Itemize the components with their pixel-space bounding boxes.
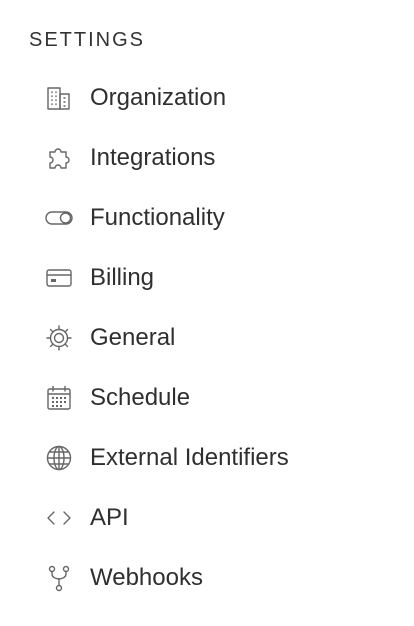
toggle-icon (30, 202, 88, 234)
settings-menu: Organization Integrations Functionality (30, 68, 390, 608)
settings-sidebar: SETTINGS Organization Integrations Funct… (0, 0, 414, 626)
building-icon (30, 82, 88, 114)
menu-label: Integrations (90, 144, 216, 171)
credit-card-icon (30, 262, 88, 294)
webhook-branch-icon (30, 562, 88, 594)
menu-item-webhooks[interactable]: Webhooks (30, 548, 390, 608)
code-icon (30, 502, 88, 534)
menu-item-schedule[interactable]: Schedule (30, 368, 390, 428)
puzzle-icon (30, 142, 88, 174)
menu-label: General (90, 324, 176, 351)
settings-section-title: SETTINGS (29, 29, 146, 51)
menu-label: Webhooks (90, 564, 203, 591)
menu-item-billing[interactable]: Billing (30, 248, 390, 308)
menu-item-general[interactable]: General (30, 308, 390, 368)
menu-item-organization[interactable]: Organization (30, 68, 390, 128)
menu-label: API (90, 504, 129, 531)
calendar-icon (30, 382, 88, 414)
menu-label: Billing (90, 264, 155, 291)
menu-label: Schedule (90, 384, 191, 411)
menu-item-integrations[interactable]: Integrations (30, 128, 390, 188)
menu-label: Functionality (90, 204, 225, 231)
menu-item-functionality[interactable]: Functionality (30, 188, 390, 248)
menu-label: Organization (90, 84, 227, 111)
menu-label: External Identifiers (90, 444, 289, 471)
menu-item-api[interactable]: API (30, 488, 390, 548)
menu-item-external-identifiers[interactable]: External Identifiers (30, 428, 390, 488)
gear-icon (30, 322, 88, 354)
globe-icon (30, 442, 88, 474)
